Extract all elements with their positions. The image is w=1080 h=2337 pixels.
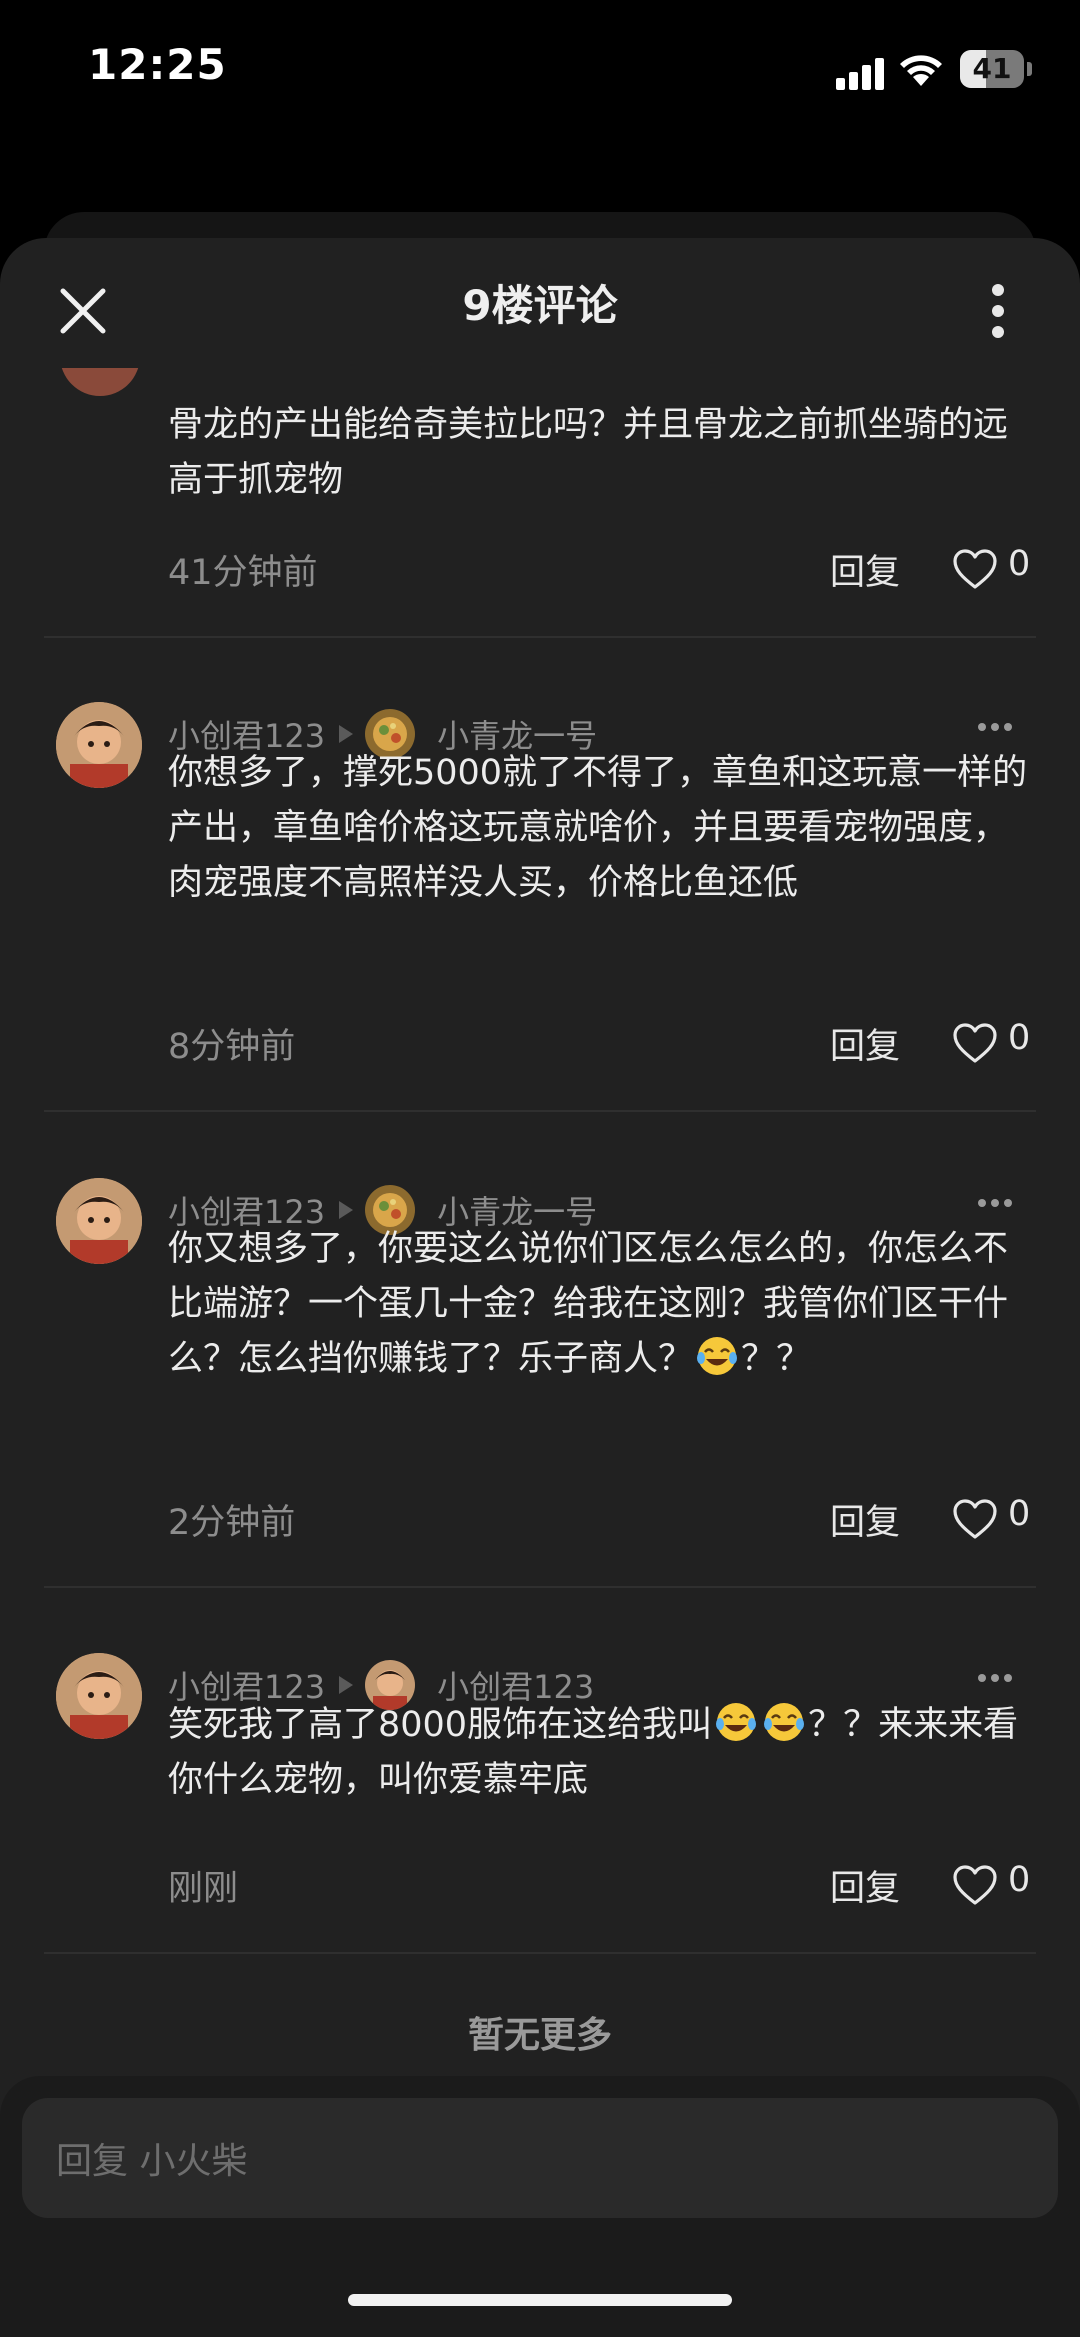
divider — [44, 1952, 1036, 1954]
comment-text: 你又想多了，你要这么说你们区怎么怎么的，你怎么不比端游？一个蛋几十金？给我在这刚… — [168, 1222, 1028, 1387]
signal-icon — [836, 56, 884, 90]
reply-arrow-icon — [339, 1201, 354, 1219]
avatar[interactable] — [56, 1178, 142, 1264]
heart-outline-icon[interactable] — [952, 1498, 998, 1540]
comment-text: 你想多了，撑死5000就了不得了，章鱼和这玩意一样的产出，章鱼啥价格这玩意就啥价… — [168, 753, 1028, 903]
reply-button[interactable]: 回复 — [830, 1018, 900, 1069]
heart-outline-icon[interactable] — [952, 1022, 998, 1064]
tears-of-joy-emoji — [697, 1337, 738, 1375]
no-more-label: 暂无更多 — [467, 2015, 612, 2056]
comment-list[interactable]: 骨龙的产出能给奇美拉比吗？并且骨龙之前抓坐骑的远高于抓宠物 41分钟前 回复 0… — [0, 368, 1080, 2318]
comment-text-part: ？？ — [741, 1339, 812, 1379]
more-horizontal-icon[interactable] — [978, 1674, 1014, 1684]
more-vertical-icon[interactable] — [978, 276, 1018, 346]
battery-percent: 41 — [972, 52, 1012, 85]
more-horizontal-icon[interactable] — [978, 1199, 1014, 1209]
avatar[interactable] — [56, 1653, 142, 1739]
wifi-icon — [900, 55, 942, 86]
reply-button[interactable]: 回复 — [830, 1494, 900, 1545]
page-title: 9楼评论 — [462, 281, 618, 330]
comment-sheet: 9楼评论 骨龙的产出能给奇美拉比吗？并且骨龙之前抓坐骑的远高于抓宠物 41分钟前… — [0, 238, 1080, 2337]
divider — [44, 1110, 1036, 1112]
reply-input[interactable]: 回复 小火柴 — [22, 2098, 1058, 2218]
reply-arrow-icon — [339, 725, 354, 743]
comment-text: 笑死我了高了8000服饰在这给我叫 ？？来来来看你什么宠物，叫你爱慕牢底 — [168, 1698, 1028, 1808]
like-count: 0 — [1008, 544, 1031, 584]
divider — [44, 636, 1036, 638]
comment-text: 骨龙的产出能给奇美拉比吗？并且骨龙之前抓坐骑的远高于抓宠物 — [168, 405, 1009, 500]
heart-outline-icon[interactable] — [952, 1864, 998, 1906]
comment-time: 41分钟前 — [168, 553, 318, 593]
tears-of-joy-emoji — [716, 1703, 757, 1741]
comment-time: 2分钟前 — [168, 1503, 296, 1543]
like-count: 0 — [1008, 1018, 1031, 1058]
comment-text-part: 笑死我了高了8000服饰在这给我叫 — [168, 1705, 713, 1745]
divider — [44, 1586, 1036, 1588]
comment-time: 8分钟前 — [168, 1027, 296, 1067]
home-indicator[interactable] — [348, 2294, 732, 2306]
tears-of-joy-emoji — [764, 1703, 805, 1741]
reply-button[interactable]: 回复 — [830, 544, 900, 595]
heart-outline-icon[interactable] — [952, 548, 998, 590]
comment-text-part: 你又想多了，你要这么说你们区怎么怎么的，你怎么不比端游？一个蛋几十金？给我在这刚… — [168, 1229, 1009, 1379]
reply-arrow-icon — [339, 1676, 354, 1694]
reply-button[interactable]: 回复 — [830, 1860, 900, 1911]
sheet-header: 9楼评论 — [0, 238, 1080, 368]
status-time: 12:25 — [88, 40, 227, 89]
like-count: 0 — [1008, 1494, 1031, 1534]
like-count: 0 — [1008, 1860, 1031, 1900]
status-bar: 12:25 41 — [0, 0, 1080, 140]
avatar — [60, 368, 140, 396]
more-horizontal-icon[interactable] — [978, 723, 1014, 733]
battery-icon: 41 — [960, 50, 1032, 88]
avatar[interactable] — [56, 702, 142, 788]
comment-time: 刚刚 — [168, 1869, 239, 1909]
